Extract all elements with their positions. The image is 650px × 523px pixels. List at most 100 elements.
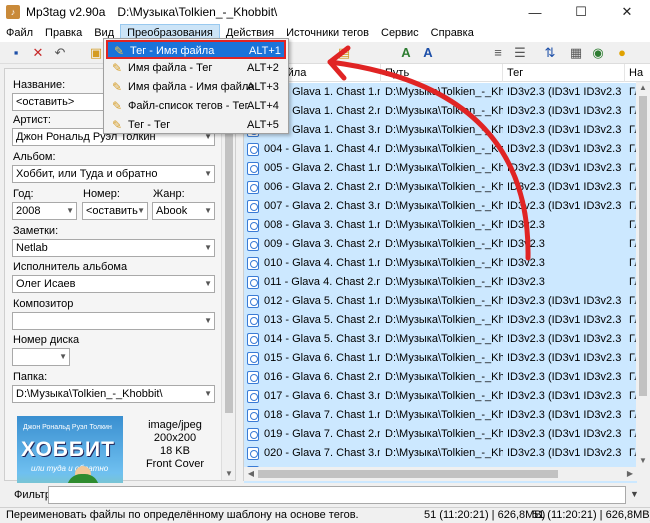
status-bar: Переименовать файлы по определённому шаб…: [0, 507, 650, 523]
menu-file[interactable]: Файл: [0, 24, 39, 42]
menu-filename-to-tag[interactable]: ✎ Имя файла - Тег ALT+2: [106, 59, 286, 78]
remove-tag-icon[interactable]: ✕: [30, 45, 46, 61]
window-path: D:\Музыка\Tolkien_-_Khobbit\: [117, 5, 278, 19]
album-field[interactable]: Хоббит, или Туда и обратно ▼: [12, 165, 215, 183]
case-convert-icon[interactable]: A: [398, 45, 414, 61]
table-row[interactable]: 006 - Glava 2. Chast 2.m D:\Музыка\Tolkie…: [244, 178, 637, 197]
filter-dropdown-icon[interactable]: ▼: [630, 489, 639, 499]
table-row[interactable]: 001 - Glava 1. Chast 1.m D:\Музыка\Tolkie…: [244, 83, 637, 102]
cell-filename: 005 - Glava 2. Chast 1.m: [264, 162, 380, 174]
cell-tag: ID3v2.3 (ID3v1 ID3v2.3 ID...: [507, 200, 625, 212]
open-folder-icon[interactable]: ▣: [88, 45, 104, 61]
file-list-hscrollbar[interactable]: ◀ ▶: [244, 467, 650, 481]
table-row[interactable]: 018 - Glava 7. Chast 1.m D:\Музыка\Tolkie…: [244, 406, 637, 425]
genre-field[interactable]: Abook ▼: [152, 202, 215, 220]
audio-file-icon: [247, 276, 259, 289]
cell-path: D:\Музыка\Tolkien_-_Kh...: [385, 276, 503, 288]
cell-filename: 016 - Glava 6. Chast 2.m: [264, 371, 380, 383]
menu-help[interactable]: Справка: [425, 24, 480, 42]
save-icon[interactable]: ▪: [8, 45, 24, 61]
comment-field[interactable]: Netlab ▼: [12, 239, 215, 257]
column-tag[interactable]: Тег: [503, 64, 625, 82]
menu-textfile-to-tag[interactable]: ✎ Файл-список тегов - Тег ALT+4: [106, 97, 286, 116]
menu-tag-to-tag[interactable]: ✎ Тег - Тег ALT+5: [106, 116, 286, 135]
cell-tag: ID3v2.3 (ID3v1 ID3v2.3 ID...: [507, 86, 625, 98]
column-path[interactable]: Путь: [381, 64, 503, 82]
disc-field[interactable]: ▼: [12, 348, 70, 366]
menu-edit[interactable]: Правка: [39, 24, 88, 42]
cell-path: D:\Музыка\Tolkien_-_Kh...: [385, 86, 503, 98]
table-row[interactable]: 017 - Glava 6. Chast 3.m D:\Музыка\Tolkie…: [244, 387, 637, 406]
file-list-scrollbar[interactable]: ▲ ▼: [636, 82, 650, 467]
filename-tag-icon: ✎: [111, 61, 123, 75]
table-row[interactable]: 016 - Glava 6. Chast 2.m D:\Музыка\Tolkie…: [244, 368, 637, 387]
comment-label: Заметки:: [13, 225, 59, 237]
table-row[interactable]: 007 - Glava 2. Chast 3.m D:\Музыка\Tolkie…: [244, 197, 637, 216]
export-icon[interactable]: ▦: [568, 45, 584, 61]
list-icon[interactable]: ≡: [490, 45, 506, 61]
globe-icon[interactable]: ●: [614, 45, 630, 61]
album-artist-field[interactable]: Олег Исаев ▼: [12, 275, 215, 293]
table-row[interactable]: 002 - Glava 1. Chast 2.m D:\Музыка\Tolkie…: [244, 102, 637, 121]
table-row[interactable]: 004 - Glava 1. Chast 4.m D:\Музыка\Tolkie…: [244, 140, 637, 159]
cell-path: D:\Музыка\Tolkien_-_Kh...: [385, 333, 503, 345]
table-row[interactable]: 009 - Glava 3. Chast 2.m D:\Музыка\Tolkie…: [244, 235, 637, 254]
cell-path: D:\Музыка\Tolkien_-_Kh...: [385, 314, 503, 326]
list-scroll-down-icon[interactable]: ▼: [636, 455, 650, 467]
menu-tag-sources[interactable]: Источники тегов: [280, 24, 375, 42]
audio-file-icon: [247, 181, 259, 194]
track-field[interactable]: <оставить ▼: [82, 202, 148, 220]
cover-type: Front Cover: [145, 458, 205, 470]
table-row[interactable]: 003 - Glava 1. Chast 3.m D:\Музыка\Tolkie…: [244, 121, 637, 140]
table-row[interactable]: 020 - Glava 7. Chast 3.m D:\Музыка\Tolkie…: [244, 444, 637, 463]
scroll-right-icon[interactable]: ▶: [623, 467, 637, 481]
audio-file-icon: [247, 200, 259, 213]
cell-path: D:\Музыка\Tolkien_-_Kh...: [385, 105, 503, 117]
menu-filename-to-filename[interactable]: ✎ Имя файла - Имя файла ALT+3: [106, 78, 286, 97]
cell-path: D:\Музыка\Tolkien_-_Kh...: [385, 124, 503, 136]
composer-field[interactable]: ▼: [12, 312, 215, 330]
maximize-button[interactable]: ☐: [558, 0, 604, 24]
sort-icon[interactable]: ⇅: [542, 45, 558, 61]
cell-path: D:\Музыка\Tolkien_-_Kh...: [385, 428, 503, 440]
undo-icon[interactable]: ↶: [52, 45, 68, 61]
table-row[interactable]: 012 - Glava 5. Chast 1.m D:\Музыка\Tolkie…: [244, 292, 637, 311]
cell-filename: 009 - Glava 3. Chast 2.m: [264, 238, 380, 250]
title-bar: ♪ Mp3tag v2.90a D:\Музыка\Tolkien_-_Khob…: [0, 0, 650, 24]
minimize-button[interactable]: —: [512, 0, 558, 24]
table-row[interactable]: 005 - Glava 2. Chast 1.m D:\Музыка\Tolkie…: [244, 159, 637, 178]
cell-tag: ID3v2.3 (ID3v1 ID3v2.3 ID...: [507, 428, 625, 440]
table-row[interactable]: 011 - Glava 4. Chast 2.m D:\Музыка\Tolkie…: [244, 273, 637, 292]
audio-file-icon: [247, 333, 259, 346]
toolbar: ▪ ✕ ↶ ▣ ▤ A A ≡ ☰ ⇅ ▦ ◉ ●: [0, 42, 650, 64]
web-icon[interactable]: ◉: [590, 45, 606, 61]
cell-tag: ID3v2.3 (ID3v1 ID3v2.3 ID...: [507, 409, 625, 421]
list-scroll-up-icon[interactable]: ▲: [636, 82, 650, 94]
folder-field[interactable]: D:\Музыка\Tolkien_-_Khobbit\ ▼: [12, 385, 215, 403]
tag-icon[interactable]: ▤: [336, 45, 352, 61]
scroll-down-icon[interactable]: ▼: [222, 468, 236, 480]
table-row[interactable]: 013 - Glava 5. Chast 2.m D:\Музыка\Tolkie…: [244, 311, 637, 330]
table-row[interactable]: 014 - Glava 5. Chast 3.m D:\Музыка\Tolkie…: [244, 330, 637, 349]
cell-tag: ID3v2.3 (ID3v1 ID3v2.3 ID...: [507, 352, 625, 364]
audio-file-icon: [247, 390, 259, 403]
table-row[interactable]: 015 - Glava 6. Chast 1.m D:\Музыка\Tolkie…: [244, 349, 637, 368]
audio-file-icon: [247, 257, 259, 270]
filter-input[interactable]: [48, 486, 626, 504]
audio-file-icon: [247, 352, 259, 365]
cover-info: image/jpeg 200x200 18 KB Front Cover: [135, 419, 215, 471]
menu-tag-to-filename[interactable]: ✎ Тег - Имя файла ALT+1: [106, 40, 286, 59]
year-field[interactable]: 2008 ▼: [12, 202, 77, 220]
status-selected: 51 (11:20:21) | 626,8MB): [424, 509, 546, 521]
table-row[interactable]: 008 - Glava 3. Chast 1.m D:\Музыка\Tolkie…: [244, 216, 637, 235]
convert-menu: ✎ Тег - Имя файла ALT+1 ✎ Имя файла - Те…: [103, 38, 289, 134]
menu-tools[interactable]: Сервис: [375, 24, 425, 42]
close-button[interactable]: ✕: [604, 0, 650, 24]
column-title[interactable]: На: [625, 64, 650, 82]
filename-filename-icon: ✎: [111, 80, 123, 94]
scroll-left-icon[interactable]: ◀: [244, 467, 258, 481]
text-format-icon[interactable]: A: [420, 45, 436, 61]
table-row[interactable]: 010 - Glava 4. Chast 1.m D:\Музыка\Tolkie…: [244, 254, 637, 273]
list-view-icon[interactable]: ☰: [512, 45, 528, 61]
table-row[interactable]: 019 - Glava 7. Chast 2.m D:\Музыка\Tolkie…: [244, 425, 637, 444]
